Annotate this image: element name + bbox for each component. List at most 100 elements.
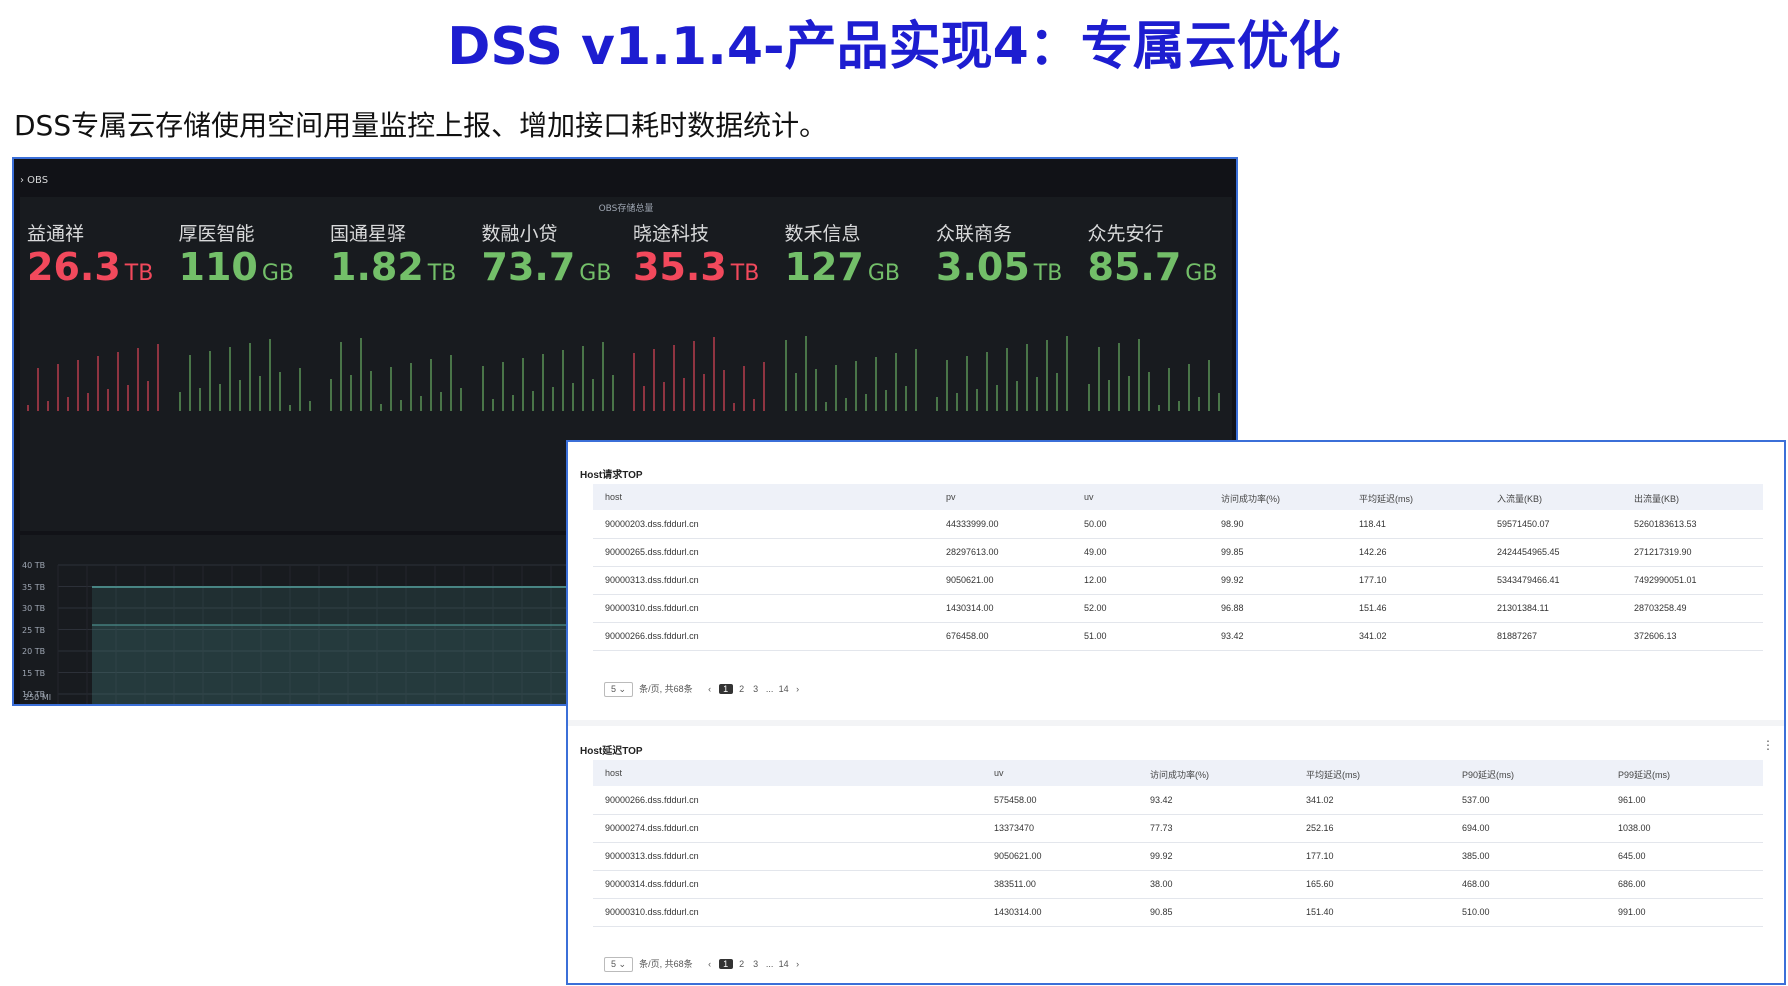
column-header[interactable]: uv bbox=[1084, 492, 1094, 502]
column-header[interactable]: 入流量(KB) bbox=[1497, 492, 1542, 505]
spark-bar bbox=[683, 378, 685, 411]
host-latency-top-section: Host延迟TOP ⋮ host uv 访问成功率(%) 平均延迟(ms) P90延迟(… bbox=[568, 726, 1784, 983]
table-row[interactable]: 90000265.dss.fddurl.cn 28297613.00 49.00 99… bbox=[593, 538, 1763, 567]
next-page-icon[interactable]: › bbox=[793, 959, 803, 969]
page-size-select[interactable]: 5 ⌄ bbox=[604, 682, 634, 697]
column-header[interactable]: 平均延迟(ms) bbox=[1359, 492, 1413, 505]
table-cell: 537.00 bbox=[1462, 795, 1490, 805]
chevron-down-icon: ⌄ bbox=[618, 684, 627, 694]
spark-bar bbox=[561, 350, 564, 411]
table-cell: 99.92 bbox=[1221, 575, 1244, 585]
stat-unit: GB bbox=[579, 261, 612, 286]
stat-sparkline bbox=[481, 342, 614, 411]
spark-bar bbox=[531, 391, 534, 411]
spark-bar bbox=[238, 380, 241, 411]
column-header[interactable]: uv bbox=[994, 768, 1004, 778]
stat-name: 益通祥 bbox=[27, 223, 85, 245]
stat-unit: TB bbox=[730, 261, 760, 286]
slide-title: DSS v1.1.4-产品实现4：专属云优化 bbox=[447, 17, 1341, 77]
table-row[interactable]: 90000313.dss.fddurl.cn 9050621.00 12.00 99.… bbox=[593, 566, 1763, 595]
column-header[interactable]: 访问成功率(%) bbox=[1221, 492, 1280, 505]
prev-page-icon[interactable]: ‹ bbox=[705, 684, 715, 694]
stat-sparkline bbox=[936, 336, 1068, 411]
stat-number: 73.7 bbox=[481, 245, 576, 289]
table-row[interactable]: 90000203.dss.fddurl.cn 44333999.00 50.00 98… bbox=[593, 510, 1763, 539]
spark-bar bbox=[834, 365, 837, 411]
prev-page-icon[interactable]: ‹ bbox=[705, 959, 715, 969]
column-header[interactable]: host bbox=[605, 492, 622, 502]
stat-value: 85.7 GB bbox=[1088, 245, 1218, 289]
stat-sparkline bbox=[330, 338, 462, 411]
spark-bar bbox=[1066, 336, 1068, 411]
spark-bar bbox=[178, 392, 181, 411]
spark-bar bbox=[1177, 401, 1180, 411]
page-size-value: 5 bbox=[611, 684, 617, 694]
column-header[interactable]: 平均延迟(ms) bbox=[1306, 768, 1360, 781]
spark-bar bbox=[643, 386, 645, 411]
stat-tile[interactable]: 益通祥 26.3 TB bbox=[23, 219, 173, 519]
table-row[interactable]: 90000314.dss.fddurl.cn 383511.00 38.00 165.… bbox=[593, 870, 1763, 899]
stat-number: 85.7 bbox=[1087, 245, 1182, 289]
spark-bar bbox=[986, 352, 988, 411]
spark-bar bbox=[521, 358, 524, 411]
pagination-summary: 条/页, 共68条 bbox=[639, 959, 693, 969]
page-number[interactable]: 14 bbox=[779, 959, 789, 969]
spark-bar bbox=[37, 368, 39, 411]
spark-bar bbox=[258, 376, 261, 411]
table-cell: 90000203.dss.fddurl.cn bbox=[605, 519, 699, 529]
stat-tile[interactable]: 厚医智能 110 GB bbox=[175, 219, 325, 519]
column-header[interactable]: pv bbox=[946, 492, 956, 502]
spark-bar bbox=[914, 349, 917, 411]
spark-bar bbox=[723, 370, 725, 411]
spark-bar bbox=[350, 375, 352, 411]
table-row[interactable]: 90000266.dss.fddurl.cn 676458.00 51.00 93.4… bbox=[593, 622, 1763, 651]
table-row[interactable]: 90000310.dss.fddurl.cn 1430314.00 52.00 96.… bbox=[593, 594, 1763, 623]
page-number[interactable]: 1 bbox=[718, 684, 733, 694]
table-cell: 385.00 bbox=[1462, 851, 1490, 861]
spark-bar bbox=[137, 348, 139, 411]
table-cell: 52.00 bbox=[1084, 603, 1107, 613]
page-number[interactable]: 3 bbox=[751, 959, 761, 969]
spark-bar bbox=[390, 367, 392, 411]
spark-bar bbox=[551, 387, 554, 411]
page-number[interactable]: 2 bbox=[737, 959, 747, 969]
page-number[interactable]: 2 bbox=[737, 684, 747, 694]
stat-value: 73.7 GB bbox=[482, 245, 612, 289]
column-header[interactable]: P99延迟(ms) bbox=[1618, 768, 1670, 781]
table-cell: 5260183613.53 bbox=[1634, 519, 1697, 529]
page-number[interactable]: 14 bbox=[779, 684, 789, 694]
column-header[interactable]: 出流量(KB) bbox=[1634, 492, 1679, 505]
spark-bar bbox=[47, 401, 49, 411]
spark-bar bbox=[904, 386, 907, 411]
table-cell: 271217319.90 bbox=[1634, 547, 1692, 557]
spark-bar bbox=[1046, 340, 1048, 411]
page-size-select[interactable]: 5 ⌄ bbox=[604, 957, 634, 972]
dashboard-row-header[interactable]: › OBS bbox=[20, 175, 48, 186]
column-header[interactable]: 访问成功率(%) bbox=[1150, 768, 1209, 781]
spark-bar bbox=[703, 374, 705, 411]
table-row[interactable]: 90000313.dss.fddurl.cn 9050621.00 99.92 177… bbox=[593, 842, 1763, 871]
table-row[interactable]: 90000266.dss.fddurl.cn 575458.00 93.42 341.… bbox=[593, 786, 1763, 815]
column-header[interactable]: P90延迟(ms) bbox=[1462, 768, 1514, 781]
spark-bar bbox=[1167, 368, 1170, 411]
next-page-icon[interactable]: › bbox=[793, 684, 803, 694]
stat-tile[interactable]: 国通星驿 1.82 TB bbox=[326, 219, 476, 519]
spark-bar bbox=[956, 393, 958, 411]
page-number[interactable]: ... bbox=[765, 684, 775, 694]
spark-bar bbox=[784, 340, 787, 411]
spark-bar bbox=[188, 355, 191, 411]
column-header[interactable]: host bbox=[605, 768, 622, 778]
spark-bar bbox=[117, 352, 119, 411]
page-number[interactable]: ... bbox=[765, 959, 775, 969]
spark-bar bbox=[308, 401, 311, 411]
table-header: host uv 访问成功率(%) 平均延迟(ms) P90延迟(ms) P99延迟(ms) bbox=[593, 760, 1763, 786]
spark-bar bbox=[996, 385, 998, 411]
page-number[interactable]: 3 bbox=[751, 684, 761, 694]
page-number[interactable]: 1 bbox=[718, 959, 733, 969]
more-menu-icon[interactable]: ⋮ bbox=[1762, 738, 1774, 752]
table-row[interactable]: 90000310.dss.fddurl.cn 1430314.00 90.85 151… bbox=[593, 898, 1763, 927]
stat-number: 26.3 bbox=[27, 245, 121, 289]
table-row[interactable]: 90000274.dss.fddurl.cn 13373470 77.73 252.1… bbox=[593, 814, 1763, 843]
table-cell: 90000314.dss.fddurl.cn bbox=[605, 879, 699, 889]
table-cell: 252.16 bbox=[1306, 823, 1334, 833]
